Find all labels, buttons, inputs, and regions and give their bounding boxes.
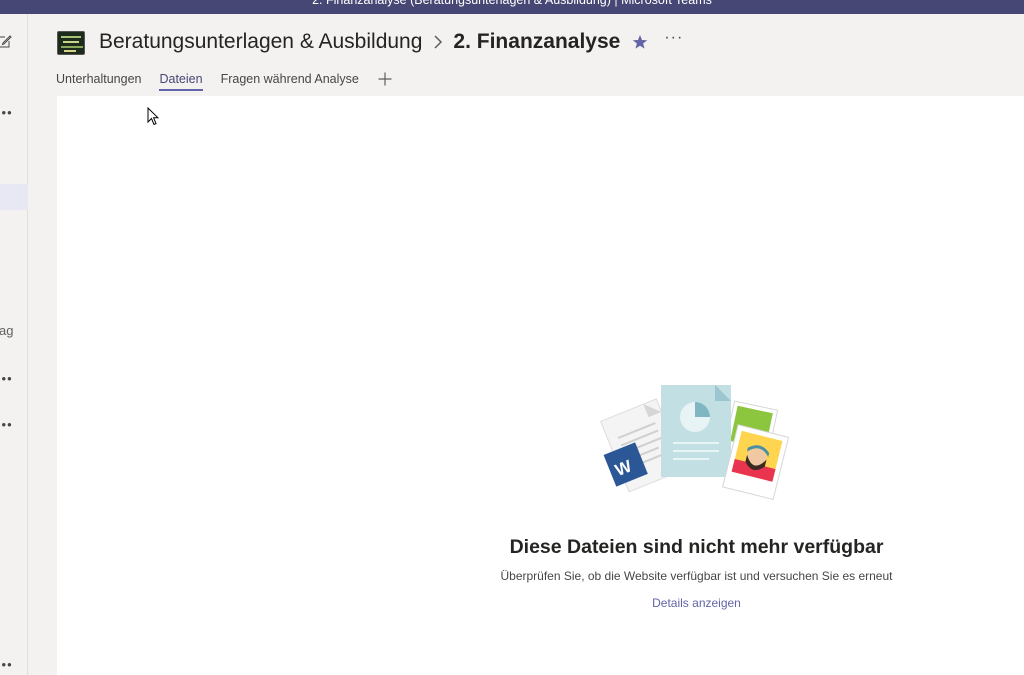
channel-tabs: Unterhaltungen Dateien Fragen während An… [56,72,392,91]
empty-state-title: Diese Dateien sind nicht mehr verfügbar [509,536,884,558]
files-content-area: W Diese Dateien sind nicht mehr verfügba… [57,96,1024,675]
tab-unterhaltungen[interactable]: Unterhaltungen [56,72,141,91]
chevron-right-icon [434,35,443,49]
breadcrumb-channel-name: 2. Finanzanalyse [453,30,621,53]
rail-more-icon-4[interactable]: ••• [0,658,13,671]
star-icon[interactable] [632,34,648,50]
details-link[interactable]: Details anzeigen [457,596,936,610]
mouse-cursor-icon [147,107,159,126]
empty-state-subtitle: Überprüfen Sie, ob die Website verfügbar… [500,569,893,583]
rail-more-icon-2[interactable]: ••• [0,372,13,385]
tab-fragen[interactable]: Fragen während Analyse [221,72,359,91]
rail-selected-item[interactable] [0,184,28,210]
breadcrumb-team-name[interactable]: Beratungsunterlagen & Ausbildung [99,30,422,54]
plus-icon[interactable] [378,72,392,86]
left-rail: ••• ag ••• ••• ••• [0,14,28,675]
files-unavailable-illustration: W [599,385,790,501]
rail-item-label: ag [0,323,14,338]
more-options-icon[interactable]: ··· [664,30,683,46]
rail-more-icon-3[interactable]: ••• [0,418,13,431]
compose-icon[interactable] [0,34,12,48]
breadcrumb: Beratungsunterlagen & Ausbildung 2. Fina… [99,30,683,54]
tab-dateien[interactable]: Dateien [159,72,203,91]
channel-header: Beratungsunterlagen & Ausbildung 2. Fina… [28,14,1024,96]
team-avatar[interactable] [57,31,85,55]
window-title: 2. Finanzanalyse (Beratungsunterlagen & … [312,0,712,7]
window-titlebar: 2. Finanzanalyse (Beratungsunterlagen & … [0,0,1024,14]
rail-more-icon-1[interactable]: ••• [0,106,13,119]
